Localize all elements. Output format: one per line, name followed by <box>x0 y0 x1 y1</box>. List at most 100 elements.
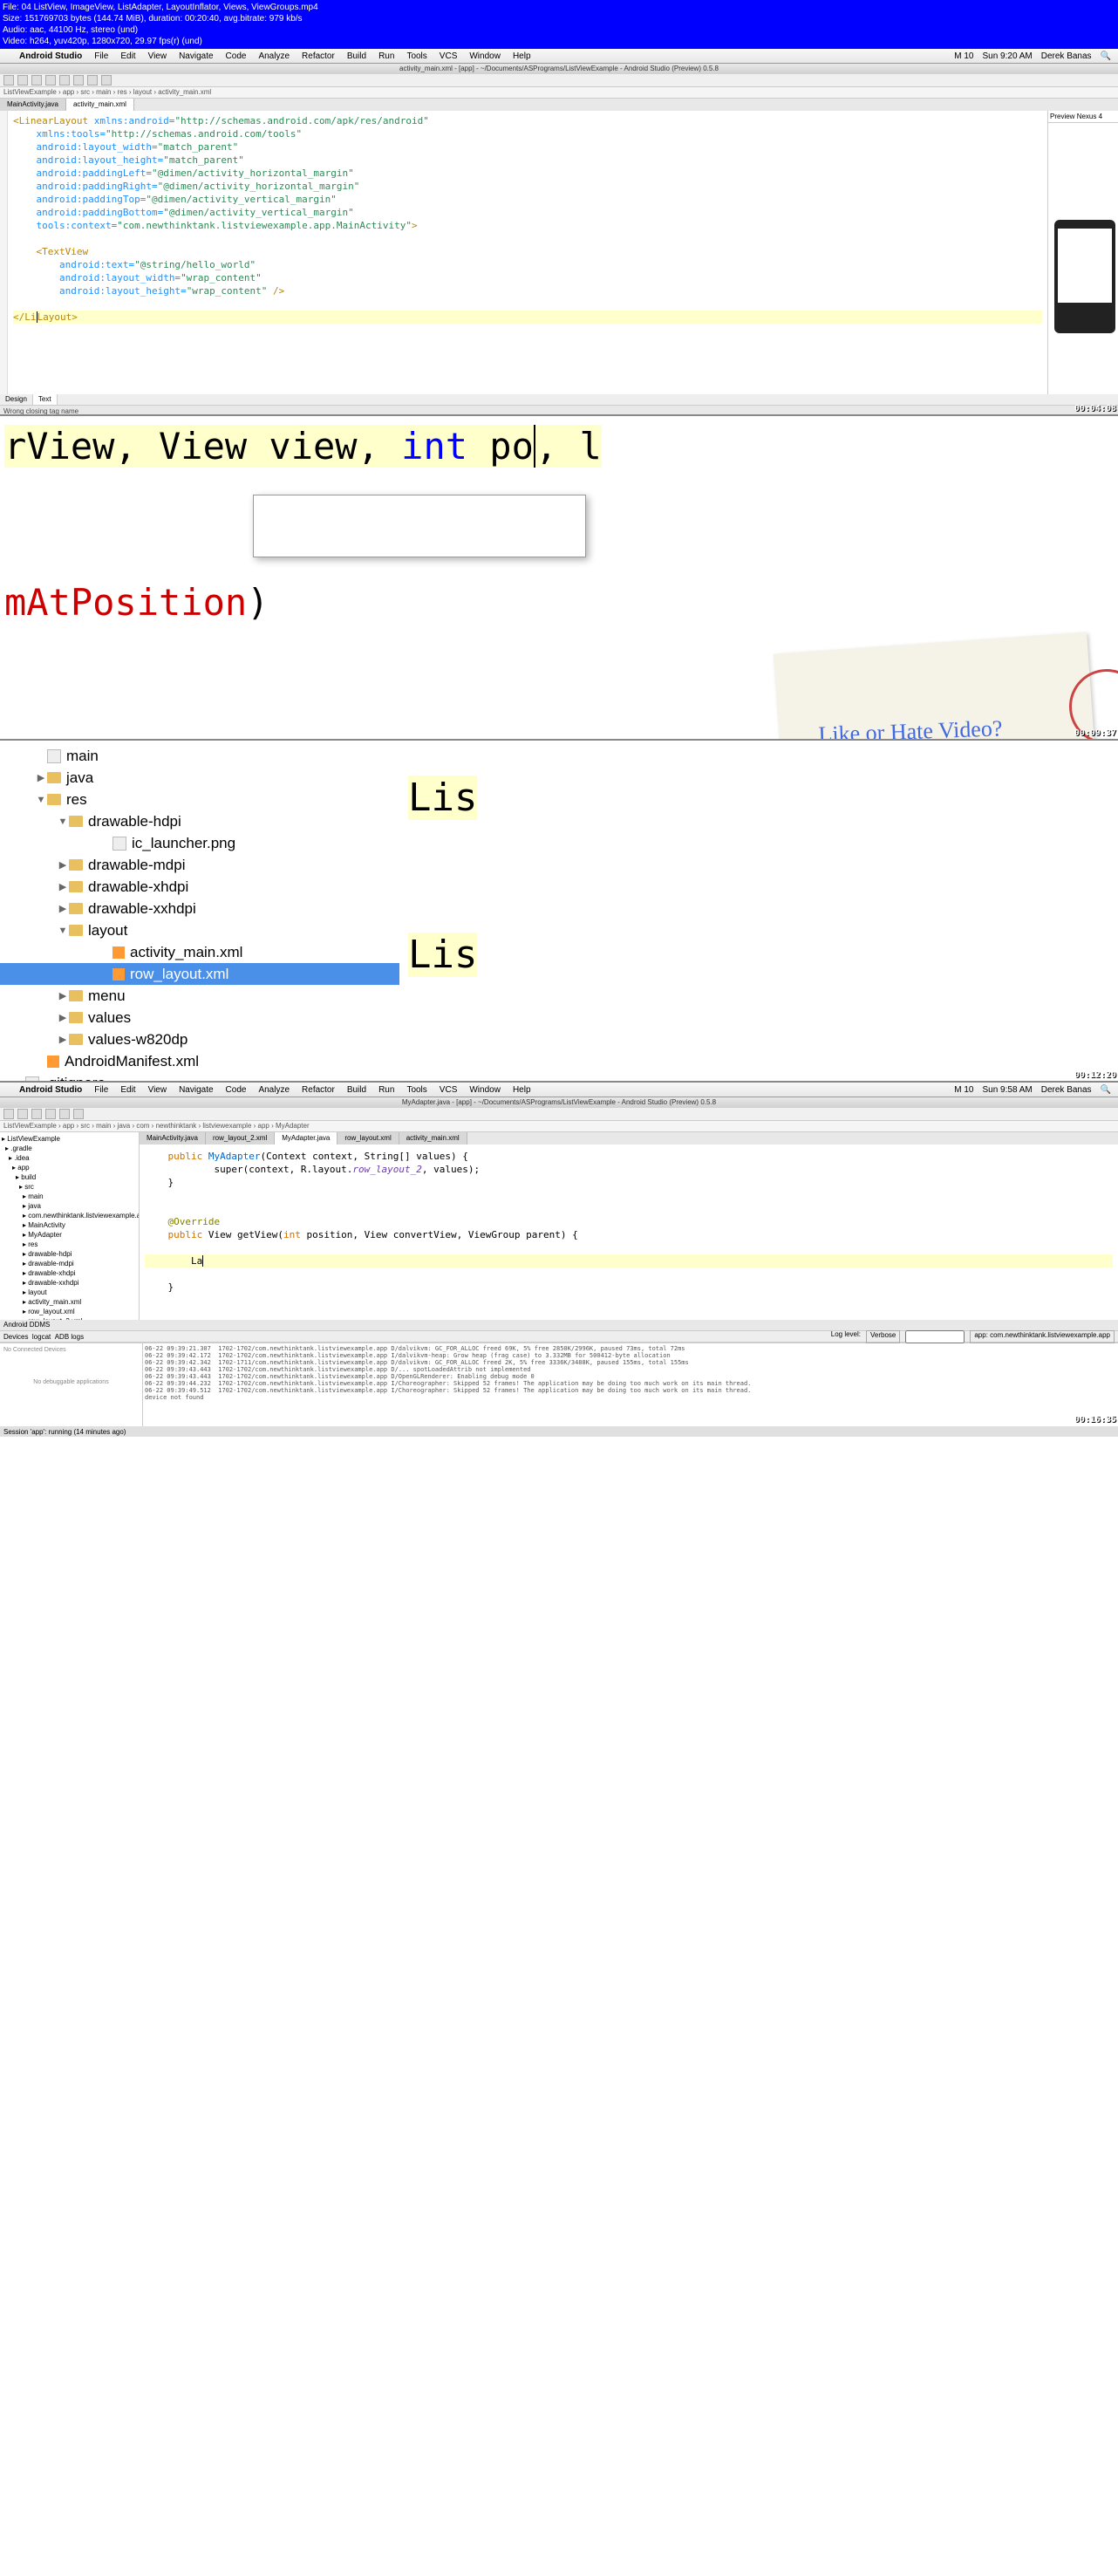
toolbar <box>0 74 1118 87</box>
breadcrumb[interactable]: ListViewExample › app › src › main › jav… <box>0 1121 1118 1132</box>
text-tab[interactable]: Text <box>33 394 58 405</box>
video-line: Video: h264, yuv420p, 1280x720, 29.97 fp… <box>3 36 1115 47</box>
tree-item[interactable]: ▶drawable-xxhdpi <box>0 898 399 919</box>
menu-build[interactable]: Build <box>347 51 366 61</box>
toolbar-btn[interactable] <box>31 75 42 85</box>
tree-item[interactable]: ▸ main <box>2 1192 137 1201</box>
android-ddms-tab[interactable]: Android DDMS <box>0 1320 1118 1330</box>
app-name[interactable]: Android Studio <box>19 1085 82 1095</box>
tree-item[interactable]: ▸ activity_main.xml <box>2 1297 137 1307</box>
toolbar-btn[interactable] <box>101 75 112 85</box>
preview-label: Preview <box>1050 113 1074 120</box>
tree-item[interactable]: ▸ drawable-xxhdpi <box>2 1278 137 1288</box>
menu-navigate[interactable]: Navigate <box>179 51 213 61</box>
tree-item[interactable]: ▶values <box>0 1007 399 1028</box>
app-name[interactable]: Android Studio <box>19 51 82 61</box>
right-code: Lis Lis <box>399 741 1118 1081</box>
menu-view[interactable]: View <box>148 51 167 61</box>
toolbar-btn[interactable] <box>73 75 84 85</box>
preview-pane: Preview Nexus 4 <box>1047 111 1118 394</box>
tree-item[interactable]: ▶drawable-mdpi <box>0 854 399 876</box>
timestamp: 00:09:37 <box>1074 728 1116 738</box>
project-tree[interactable]: main▶java▼res▼drawable-hdpiic_launcher.p… <box>0 741 399 1081</box>
tree-item[interactable]: ▶java <box>0 767 399 789</box>
tree-item[interactable]: ▸ drawable-hdpi <box>2 1249 137 1259</box>
tree-item[interactable]: ▼res <box>0 789 399 810</box>
menu-tools[interactable]: Tools <box>406 51 426 61</box>
logcat-output[interactable]: 06-22 09:39:21.307 1702-1702/com.newthin… <box>143 1343 1118 1426</box>
code-editor[interactable]: public MyAdapter(Context context, String… <box>140 1145 1118 1320</box>
tree-item[interactable]: AndroidManifest.xml <box>0 1050 399 1072</box>
logcat-tab[interactable]: logcat <box>32 1333 51 1341</box>
app-filter-select[interactable]: app: com.newthinktank.listviewexample.ap… <box>970 1330 1115 1343</box>
bottom-status: Session 'app': running (14 minutes ago) <box>0 1426 1118 1437</box>
tree-item[interactable]: ▸ MainActivity <box>2 1220 137 1230</box>
search-icon[interactable]: 🔍 <box>1101 51 1111 61</box>
design-tab[interactable]: Design <box>0 394 33 405</box>
tree-item[interactable]: ▼layout <box>0 919 399 941</box>
menu-window[interactable]: Window <box>469 51 501 61</box>
toolbar-btn[interactable] <box>17 75 28 85</box>
file-line: File: 04 ListView, ImageView, ListAdapte… <box>3 2 1115 13</box>
preview-device[interactable]: Nexus 4 <box>1077 113 1102 120</box>
breadcrumb[interactable]: ListViewExample › app › src › main › res… <box>0 87 1118 99</box>
menu-analyze[interactable]: Analyze <box>258 51 290 61</box>
tree-item[interactable]: ▶menu <box>0 985 399 1007</box>
panel-2-zoomed-code: rView, View view, int po, l mAtPosition)… <box>0 414 1118 739</box>
code-editor[interactable]: <LinearLayout xmlns:android="http://sche… <box>8 111 1047 394</box>
tree-item[interactable]: ▸ java <box>2 1201 137 1211</box>
panel-4-myadapter: Android Studio FileEditViewNavigateCodeA… <box>0 1081 1118 1437</box>
tree-item[interactable]: ▸ src <box>2 1182 137 1192</box>
menu-edit[interactable]: Edit <box>120 51 135 61</box>
no-devices: No Connected Devices <box>3 1347 139 1353</box>
autocomplete-popup[interactable] <box>253 495 586 557</box>
log-filter-input[interactable] <box>905 1330 965 1343</box>
battery-label: M 10 <box>954 51 973 61</box>
timestamp: 00:16:35 <box>1074 1415 1116 1425</box>
tree-item[interactable]: ▸ com.newthinktank.listviewexample.app <box>2 1211 137 1220</box>
project-tree[interactable]: ▸ ListViewExample▸ .gradle▸ .idea▸ app▸ … <box>0 1132 140 1320</box>
adb-tab[interactable]: ADB logs <box>55 1333 84 1341</box>
toolbar-btn[interactable] <box>87 75 98 85</box>
menu-help[interactable]: Help <box>513 51 531 61</box>
clock: Sun 9:20 AM <box>982 51 1032 61</box>
tree-item[interactable]: main <box>0 745 399 767</box>
tree-item[interactable]: ▸ drawable-xhdpi <box>2 1268 137 1278</box>
phone-preview <box>1054 220 1115 333</box>
tree-item[interactable]: ▸ res <box>2 1240 137 1249</box>
tree-item[interactable]: ▶values-w820dp <box>0 1028 399 1050</box>
editor-tabs: MainActivity.java row_layout_2.xml MyAda… <box>140 1132 1118 1145</box>
menu-file[interactable]: File <box>94 51 108 61</box>
tree-item[interactable]: ▸ app <box>2 1163 137 1172</box>
tree-item[interactable]: activity_main.xml <box>0 941 399 963</box>
devices-tab[interactable]: Devices <box>3 1333 28 1341</box>
log-level-select[interactable]: Verbose <box>866 1330 900 1343</box>
tree-item[interactable]: ▸ layout <box>2 1288 137 1297</box>
toolbar-btn[interactable] <box>45 75 56 85</box>
tree-item[interactable]: ic_launcher.png <box>0 832 399 854</box>
menu-vcs[interactable]: VCS <box>440 51 458 61</box>
tree-item[interactable]: ▸ build <box>2 1172 137 1182</box>
tree-item[interactable]: ▶drawable-xhdpi <box>0 876 399 898</box>
size-line: Size: 151769703 bytes (144.74 MiB), dura… <box>3 13 1115 24</box>
toolbar-btn[interactable] <box>3 75 14 85</box>
timestamp: 00:12:20 <box>1074 1070 1116 1080</box>
tree-item[interactable]: ▸ .idea <box>2 1153 137 1163</box>
tree-item[interactable]: ▸ ListViewExample <box>2 1134 137 1144</box>
tab-mainactivity[interactable]: MainActivity.java <box>0 99 66 111</box>
editor-tabs: MainActivity.java activity_main.xml <box>0 99 1118 111</box>
search-icon[interactable]: 🔍 <box>1101 1085 1111 1095</box>
tree-item[interactable]: ▸ row_layout.xml <box>2 1307 137 1316</box>
menu-code[interactable]: Code <box>226 51 247 61</box>
menu-refactor[interactable]: Refactor <box>302 51 335 61</box>
tree-item[interactable]: ▼drawable-hdpi <box>0 810 399 832</box>
tree-item[interactable]: ▸ MyAdapter <box>2 1230 137 1240</box>
user-name[interactable]: Derek Banas <box>1041 51 1092 61</box>
menu-run[interactable]: Run <box>378 51 394 61</box>
tree-item[interactable]: ▸ drawable-mdpi <box>2 1259 137 1268</box>
toolbar-btn[interactable] <box>59 75 70 85</box>
no-debug: No debuggable applications <box>3 1379 139 1385</box>
tree-item[interactable]: ▸ .gradle <box>2 1144 137 1153</box>
tree-item[interactable]: row_layout.xml <box>0 963 399 985</box>
tab-activity-main[interactable]: activity_main.xml <box>66 99 134 111</box>
